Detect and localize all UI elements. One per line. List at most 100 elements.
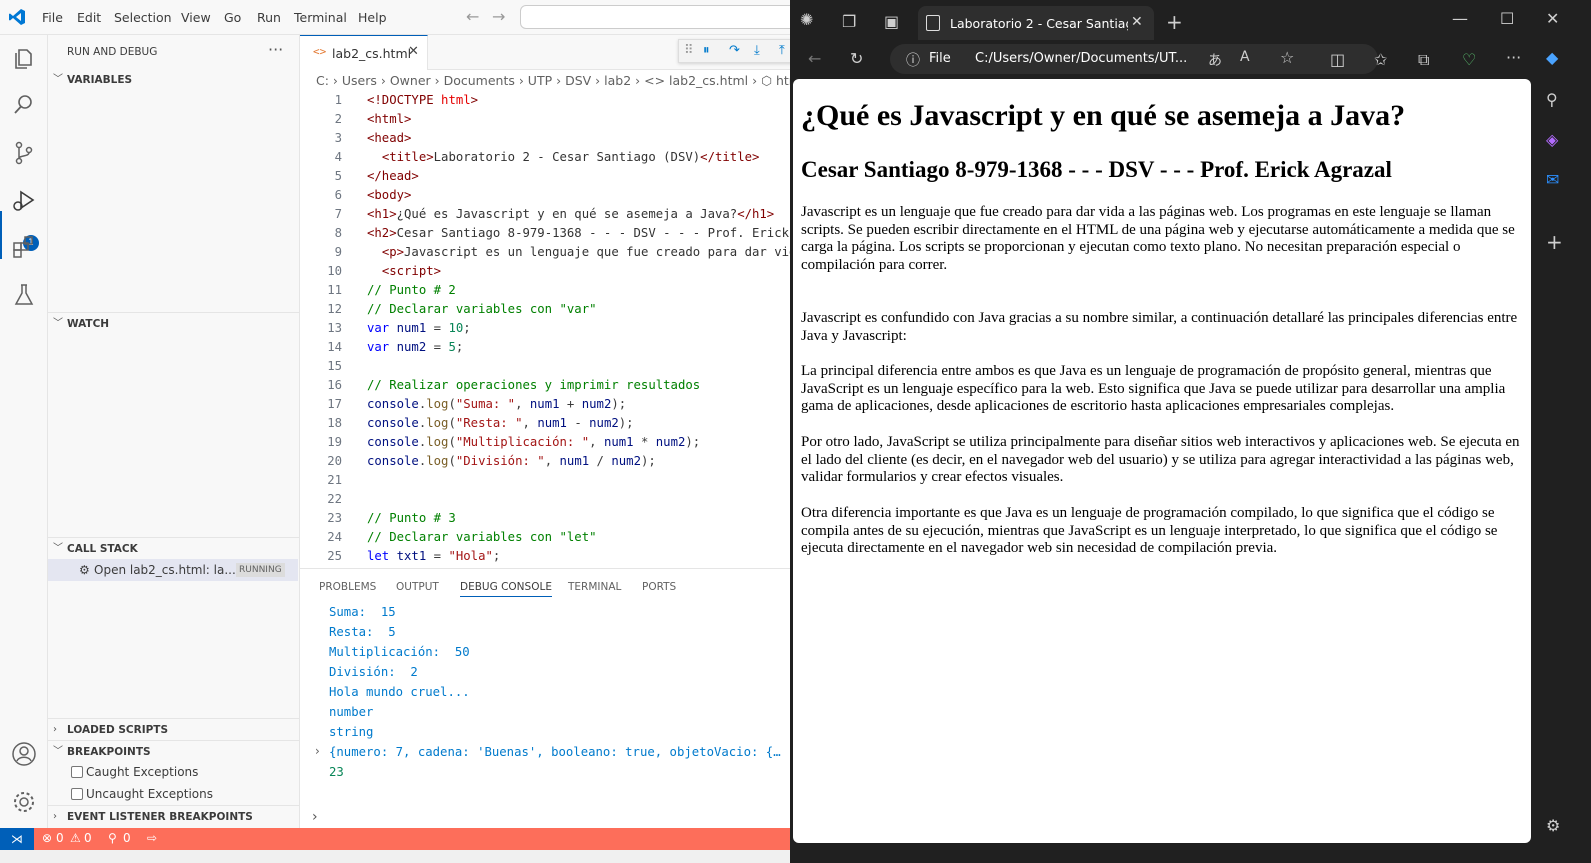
outlook-icon[interactable]: ✉ [1546, 170, 1559, 189]
tab-problems[interactable]: PROBLEMS [319, 581, 376, 593]
menu-terminal[interactable]: Terminal [294, 10, 347, 25]
back-arrow-icon[interactable]: ← [466, 7, 479, 26]
editor-area: <> lab2_cs.html ✕ ⠿ ⏸ ↷ ⤓ ⤒ C: › Users ›… [300, 35, 790, 828]
menu-run[interactable]: Run [257, 10, 281, 25]
info-icon[interactable]: ⓘ [906, 50, 920, 70]
debug-launch-icon[interactable]: ⇨ [147, 831, 157, 845]
browser-tab[interactable]: Laboratorio 2 - Cesar Santiago (DSV) ✕ [918, 6, 1154, 40]
section-call-stack[interactable]: ﹀ CALL STACK [48, 537, 300, 559]
ports-icon[interactable]: ⚲ [108, 831, 117, 845]
console-line: string [329, 725, 374, 739]
new-tab-icon[interactable]: + [1166, 10, 1183, 34]
tab-output[interactable]: OUTPUT [396, 581, 439, 593]
favorite-star-icon[interactable]: ☆ [1280, 48, 1294, 67]
profile-icon[interactable]: ✺ [800, 10, 813, 29]
warning-count[interactable]: 0 [84, 831, 92, 845]
chevron-down-icon: ﹀ [53, 746, 63, 757]
section-loaded-scripts[interactable]: › LOADED SCRIPTS [48, 718, 300, 740]
step-into-icon[interactable]: ⤓ [754, 43, 760, 58]
active-indicator [0, 211, 2, 259]
paragraph: La principal diferencia entre ambos es q… [801, 363, 1506, 415]
tab-debug-console[interactable]: DEBUG CONSOLE [460, 581, 552, 597]
collections-icon[interactable]: ⧉ [1418, 50, 1429, 70]
tab-terminal[interactable]: TERMINAL [568, 581, 621, 593]
tab-lab2-cs-html[interactable]: <> lab2_cs.html ✕ [300, 35, 428, 70]
edge-sidebar: ⚲ ◈ ✉ + ⚙ [1538, 78, 1591, 863]
address-url[interactable]: C:/Users/Owner/Documents/UT... [975, 51, 1187, 66]
breadcrumb[interactable]: C: › Users › Owner › Documents › UTP › D… [316, 73, 790, 88]
menu-go[interactable]: Go [224, 10, 241, 25]
command-center[interactable] [520, 5, 790, 29]
testing-flask-icon[interactable] [10, 281, 38, 309]
vscode-window: File Edit Selection View Go Run Terminal… [0, 0, 790, 863]
debug-sidebar: RUN AND DEBUG ··· ﹀ VARIABLES ﹀ WATCH ﹀ CAL… [48, 35, 300, 828]
edge-window: ✺ ❐ ▣ Laboratorio 2 - Cesar Santiago (DS… [790, 0, 1591, 863]
drag-handle-icon[interactable]: ⠿ [684, 43, 694, 58]
console-input-prompt[interactable]: › [312, 809, 318, 825]
close-tab-icon[interactable]: ✕ [1131, 14, 1143, 30]
search-icon[interactable]: ⚲ [1546, 90, 1558, 109]
tab-actions-icon[interactable]: ▣ [884, 12, 899, 31]
copilot-sidebar-icon[interactable]: ◈ [1546, 130, 1558, 149]
menu-file[interactable]: File [42, 10, 63, 25]
console-line: División: 2 [329, 665, 418, 679]
ports-count[interactable]: 0 [123, 831, 131, 845]
chevron-right-icon: › [53, 724, 57, 735]
console-line: 23 [329, 765, 344, 779]
uncaught-exceptions-option[interactable]: Uncaught Exceptions [71, 784, 213, 804]
caught-exceptions-option[interactable]: Caught Exceptions [71, 762, 198, 782]
settings-more-icon[interactable]: ··· [1506, 48, 1521, 67]
workspaces-icon[interactable]: ❐ [842, 12, 856, 31]
settings-gear-icon[interactable] [10, 788, 38, 816]
section-watch[interactable]: ﹀ WATCH [48, 312, 300, 334]
address-bar[interactable]: ⓘ File C:/Users/Owner/Documents/UT... あ … [890, 44, 1378, 74]
read-aloud-icon[interactable]: あ [1208, 50, 1222, 70]
run-debug-icon[interactable] [10, 187, 38, 215]
sidebar-settings-icon[interactable]: ⚙ [1546, 816, 1560, 835]
close-icon[interactable]: ✕ [408, 44, 419, 59]
menu-view[interactable]: View [181, 10, 211, 25]
menu-selection[interactable]: Selection [114, 10, 172, 25]
status-bar: ⋊ ⊗ 0 ⚠ 0 ⚲ 0 ⇨ [0, 828, 790, 850]
explorer-icon[interactable] [10, 45, 38, 73]
pause-icon[interactable]: ⏸ [703, 43, 710, 58]
section-variables[interactable]: ﹀ VARIABLES [48, 69, 300, 91]
back-icon[interactable]: ← [808, 49, 821, 68]
refresh-icon[interactable]: ↻ [850, 49, 863, 68]
copilot-icon[interactable]: ◆ [1546, 48, 1558, 67]
search-icon[interactable] [10, 91, 38, 119]
step-over-icon[interactable]: ↷ [729, 43, 740, 58]
minimize-icon[interactable]: — [1452, 9, 1468, 28]
console-line: Hola mundo cruel... [329, 685, 470, 699]
console-object-line[interactable]: {numero: 7, cadena: 'Buenas', booleano: … [329, 742, 781, 762]
checkbox[interactable] [71, 788, 83, 800]
warning-icon[interactable]: ⚠ [70, 831, 81, 845]
window-close-icon[interactable]: ✕ [1546, 9, 1559, 28]
immersive-reader-icon[interactable]: A [1240, 49, 1250, 65]
paragraph: Otra diferencia importante es que Java e… [801, 505, 1498, 557]
browser-essentials-icon[interactable]: ♡ [1462, 50, 1476, 69]
section-breakpoints[interactable]: ﹀ BREAKPOINTS [48, 740, 300, 762]
remote-icon[interactable]: ⋊ [0, 828, 34, 850]
menu-help[interactable]: Help [358, 10, 387, 25]
source-control-icon[interactable] [10, 139, 38, 167]
favorites-icon[interactable]: ✩ [1374, 50, 1387, 69]
account-icon[interactable] [10, 740, 38, 768]
tab-ports[interactable]: PORTS [642, 581, 676, 593]
step-out-icon[interactable]: ⤒ [779, 43, 785, 58]
forward-arrow-icon[interactable]: → [492, 7, 505, 26]
code-editor[interactable]: 1 <!DOCTYPE html> 2 <html> 3 <head> 4 <titl… [300, 91, 790, 568]
add-sidebar-icon[interactable]: + [1546, 230, 1563, 254]
sidebar-title: RUN AND DEBUG [67, 46, 158, 58]
call-stack-item[interactable]: ⚙ Open lab2_cs.html: la... RUNNING [48, 559, 298, 581]
checkbox[interactable] [71, 766, 83, 778]
error-icon[interactable]: ⊗ [42, 831, 52, 845]
menu-edit[interactable]: Edit [77, 10, 101, 25]
section-event-listener-breakpoints[interactable]: › EVENT LISTENER BREAKPOINTS [48, 805, 300, 827]
expand-chevron-icon[interactable]: › [315, 744, 320, 758]
error-count[interactable]: 0 [56, 831, 64, 845]
maximize-icon[interactable]: ☐ [1500, 9, 1514, 28]
extensions-icon[interactable] [10, 233, 38, 261]
split-screen-icon[interactable]: ◫ [1330, 50, 1345, 69]
more-actions-icon[interactable]: ··· [268, 40, 283, 59]
